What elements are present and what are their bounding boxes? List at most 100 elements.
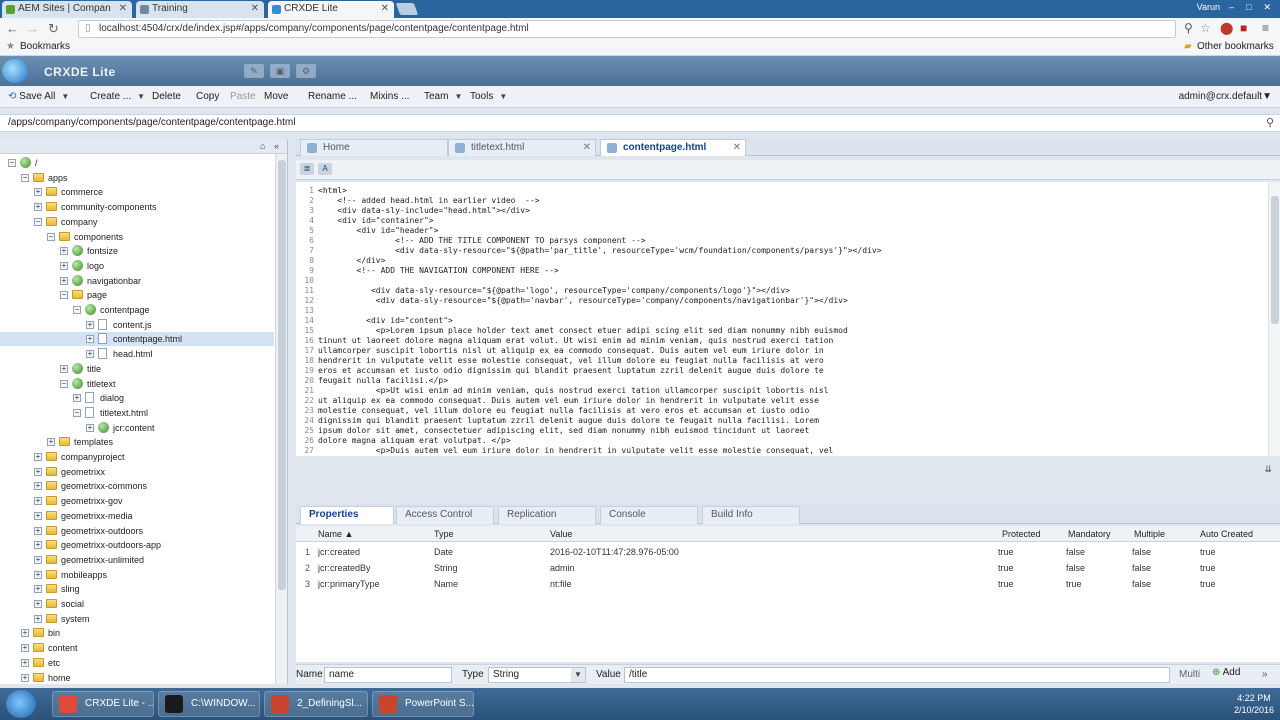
tree-item[interactable]: − contentpage: [0, 303, 274, 317]
reload-icon[interactable]: ↻: [48, 21, 59, 37]
code-line[interactable]: <div data-sly-resource="${@path='par_tit…: [318, 246, 1258, 256]
maximize-icon[interactable]: □: [1241, 2, 1256, 12]
taskbar-item-chrome[interactable]: CRXDE Lite - ...: [52, 691, 154, 717]
tree-item[interactable]: + geometrixx-commons: [0, 479, 274, 493]
table-row[interactable]: 2 jcr:createdBy String admin true false …: [296, 560, 1280, 576]
close-window-icon[interactable]: ✕: [1258, 2, 1276, 13]
code-line[interactable]: <div data-sly-resource="${@path='logo', …: [318, 286, 1258, 296]
tab-titletext-html[interactable]: titletext.html ✕: [448, 139, 596, 156]
chevron-down-icon[interactable]: ▼: [571, 668, 585, 682]
collapse-node-icon[interactable]: −: [73, 306, 81, 314]
code-line[interactable]: <!-- added head.html in earlier video --…: [318, 196, 1258, 206]
tree-item[interactable]: + community-components: [0, 200, 274, 214]
team-menu[interactable]: Team ▼: [424, 91, 462, 102]
expand-node-icon[interactable]: +: [60, 364, 68, 373]
tools-icon[interactable]: ⚙: [296, 64, 316, 78]
code-line[interactable]: <div data-sly-include="head.html"></div>: [318, 206, 1258, 216]
code-line[interactable]: [318, 276, 1258, 286]
code-line[interactable]: <p>Ut wisi enim ad minim veniam, quis no…: [318, 386, 1258, 396]
tree-item[interactable]: + logo: [0, 259, 274, 273]
expand-node-icon[interactable]: +: [34, 497, 42, 506]
expand-node-icon[interactable]: +: [34, 600, 42, 608]
code-line[interactable]: <p>Duis autem vel eum iriure dolor in he…: [318, 446, 1258, 456]
collapse-panel-icon[interactable]: «: [274, 141, 279, 151]
expand-node-icon[interactable]: +: [34, 526, 42, 535]
tab-console[interactable]: Console: [600, 506, 698, 524]
table-row[interactable]: 1 jcr:created Date 2016-02-10T11:47:28.9…: [296, 544, 1280, 560]
collapse-node-icon[interactable]: −: [34, 217, 42, 226]
tools-menu[interactable]: Tools ▼: [470, 91, 507, 102]
expand-node-icon[interactable]: +: [34, 511, 42, 520]
address-bar[interactable]: ▯ localhost:4504/crx/de/index.jsp#/apps/…: [78, 20, 1176, 38]
expand-node-icon[interactable]: +: [34, 614, 42, 623]
mixins-button[interactable]: Mixins ...: [370, 91, 409, 102]
expand-node-icon[interactable]: +: [34, 467, 42, 476]
tab-home[interactable]: Home: [300, 139, 448, 156]
browser-user-name[interactable]: Varun: [1197, 2, 1220, 12]
panel-splitter[interactable]: ⇊: [296, 456, 1280, 484]
tree-item[interactable]: + head.html: [0, 347, 274, 361]
page-info-icon[interactable]: ▯: [85, 21, 91, 37]
expand-node-icon[interactable]: +: [34, 482, 42, 491]
tree-item[interactable]: + content: [0, 641, 274, 655]
code-line[interactable]: <div data-sly-resource="${@path='navbar'…: [318, 296, 1258, 306]
property-value-input[interactable]: /title: [624, 667, 1170, 683]
collapse-node-icon[interactable]: −: [60, 379, 68, 388]
code-line[interactable]: <div id="header">: [318, 226, 1258, 236]
user-menu[interactable]: admin@crx.default▼: [1179, 91, 1272, 102]
expand-node-icon[interactable]: +: [34, 203, 42, 212]
expand-node-icon[interactable]: +: [34, 541, 42, 550]
expand-node-icon[interactable]: +: [21, 658, 29, 667]
minimize-icon[interactable]: –: [1224, 2, 1239, 12]
expand-node-icon[interactable]: +: [60, 247, 68, 256]
code-line[interactable]: ipsum dolor sit amet, consectetuer adipi…: [318, 426, 1258, 436]
tree-item[interactable]: + jcr:content: [0, 421, 274, 435]
code-line[interactable]: hendrerit in vulputate velit esse molest…: [318, 356, 1258, 366]
collapse-node-icon[interactable]: −: [47, 232, 55, 241]
expand-node-icon[interactable]: +: [86, 350, 94, 359]
column-value[interactable]: Value: [550, 526, 572, 542]
tab-access-control[interactable]: Access Control: [396, 506, 494, 524]
start-button[interactable]: [6, 690, 36, 718]
code-line[interactable]: molestie consequat, vel illum dolore eu …: [318, 406, 1258, 416]
code-line[interactable]: ullamcorper suscipit lobortis nisl ut al…: [318, 346, 1258, 356]
close-tab-icon[interactable]: ✕: [119, 1, 127, 17]
collapse-icon[interactable]: ⇊: [1264, 464, 1272, 475]
expand-node-icon[interactable]: +: [34, 453, 42, 461]
scrollbar-thumb[interactable]: [278, 160, 286, 590]
tree-item[interactable]: + geometrixx-outdoors: [0, 524, 274, 538]
expand-node-icon[interactable]: +: [21, 673, 29, 682]
collapse-node-icon[interactable]: −: [60, 291, 68, 300]
expand-node-icon[interactable]: +: [86, 335, 94, 344]
add-property-button[interactable]: ⊕ Add: [1212, 667, 1240, 678]
tree-item[interactable]: − apps: [0, 171, 274, 185]
expand-node-icon[interactable]: +: [60, 276, 68, 285]
code-line[interactable]: <!-- ADD THE NAVIGATION COMPONENT HERE -…: [318, 266, 1258, 276]
code-line[interactable]: <div id="container">: [318, 216, 1258, 226]
taskbar-item-cmd[interactable]: C:\WINDOW...: [158, 691, 260, 717]
code-line[interactable]: tinunt ut laoreet dolore magna aliquam e…: [318, 336, 1258, 346]
tree-item[interactable]: + fontsize: [0, 244, 274, 258]
tree-item[interactable]: + content.js: [0, 318, 274, 332]
expand-node-icon[interactable]: +: [34, 555, 42, 564]
tree-item[interactable]: + contentpage.html: [0, 332, 274, 347]
close-tab-icon[interactable]: ✕: [251, 1, 259, 17]
paste-button[interactable]: Paste: [230, 91, 256, 102]
code-line[interactable]: <p>Lorem ipsum place holder text amet co…: [318, 326, 1258, 336]
column-multiple[interactable]: Multiple: [1134, 526, 1165, 542]
tab-build-info[interactable]: Build Info: [702, 506, 800, 524]
collapse-node-icon[interactable]: −: [8, 159, 16, 167]
delete-button[interactable]: Delete: [152, 91, 181, 102]
close-tab-icon[interactable]: ✕: [381, 1, 389, 17]
code-line[interactable]: <!-- ADD THE TITLE COMPONENT TO parsys c…: [318, 236, 1258, 246]
column-name[interactable]: Name ▲: [318, 526, 353, 542]
zoom-search-icon[interactable]: ⚲: [1184, 21, 1193, 35]
collapse-node-icon[interactable]: −: [21, 173, 29, 182]
tree-item[interactable]: + geometrixx-media: [0, 509, 274, 523]
tree-item[interactable]: − /: [0, 156, 274, 170]
tab-contentpage-html[interactable]: contentpage.html ✕: [600, 139, 746, 156]
tree-item[interactable]: + geometrixx-outdoors-app: [0, 538, 274, 552]
bookmarks-label[interactable]: Bookmarks: [20, 40, 70, 54]
tree-item[interactable]: + social: [0, 597, 274, 611]
tree-item[interactable]: + companyproject: [0, 450, 274, 464]
